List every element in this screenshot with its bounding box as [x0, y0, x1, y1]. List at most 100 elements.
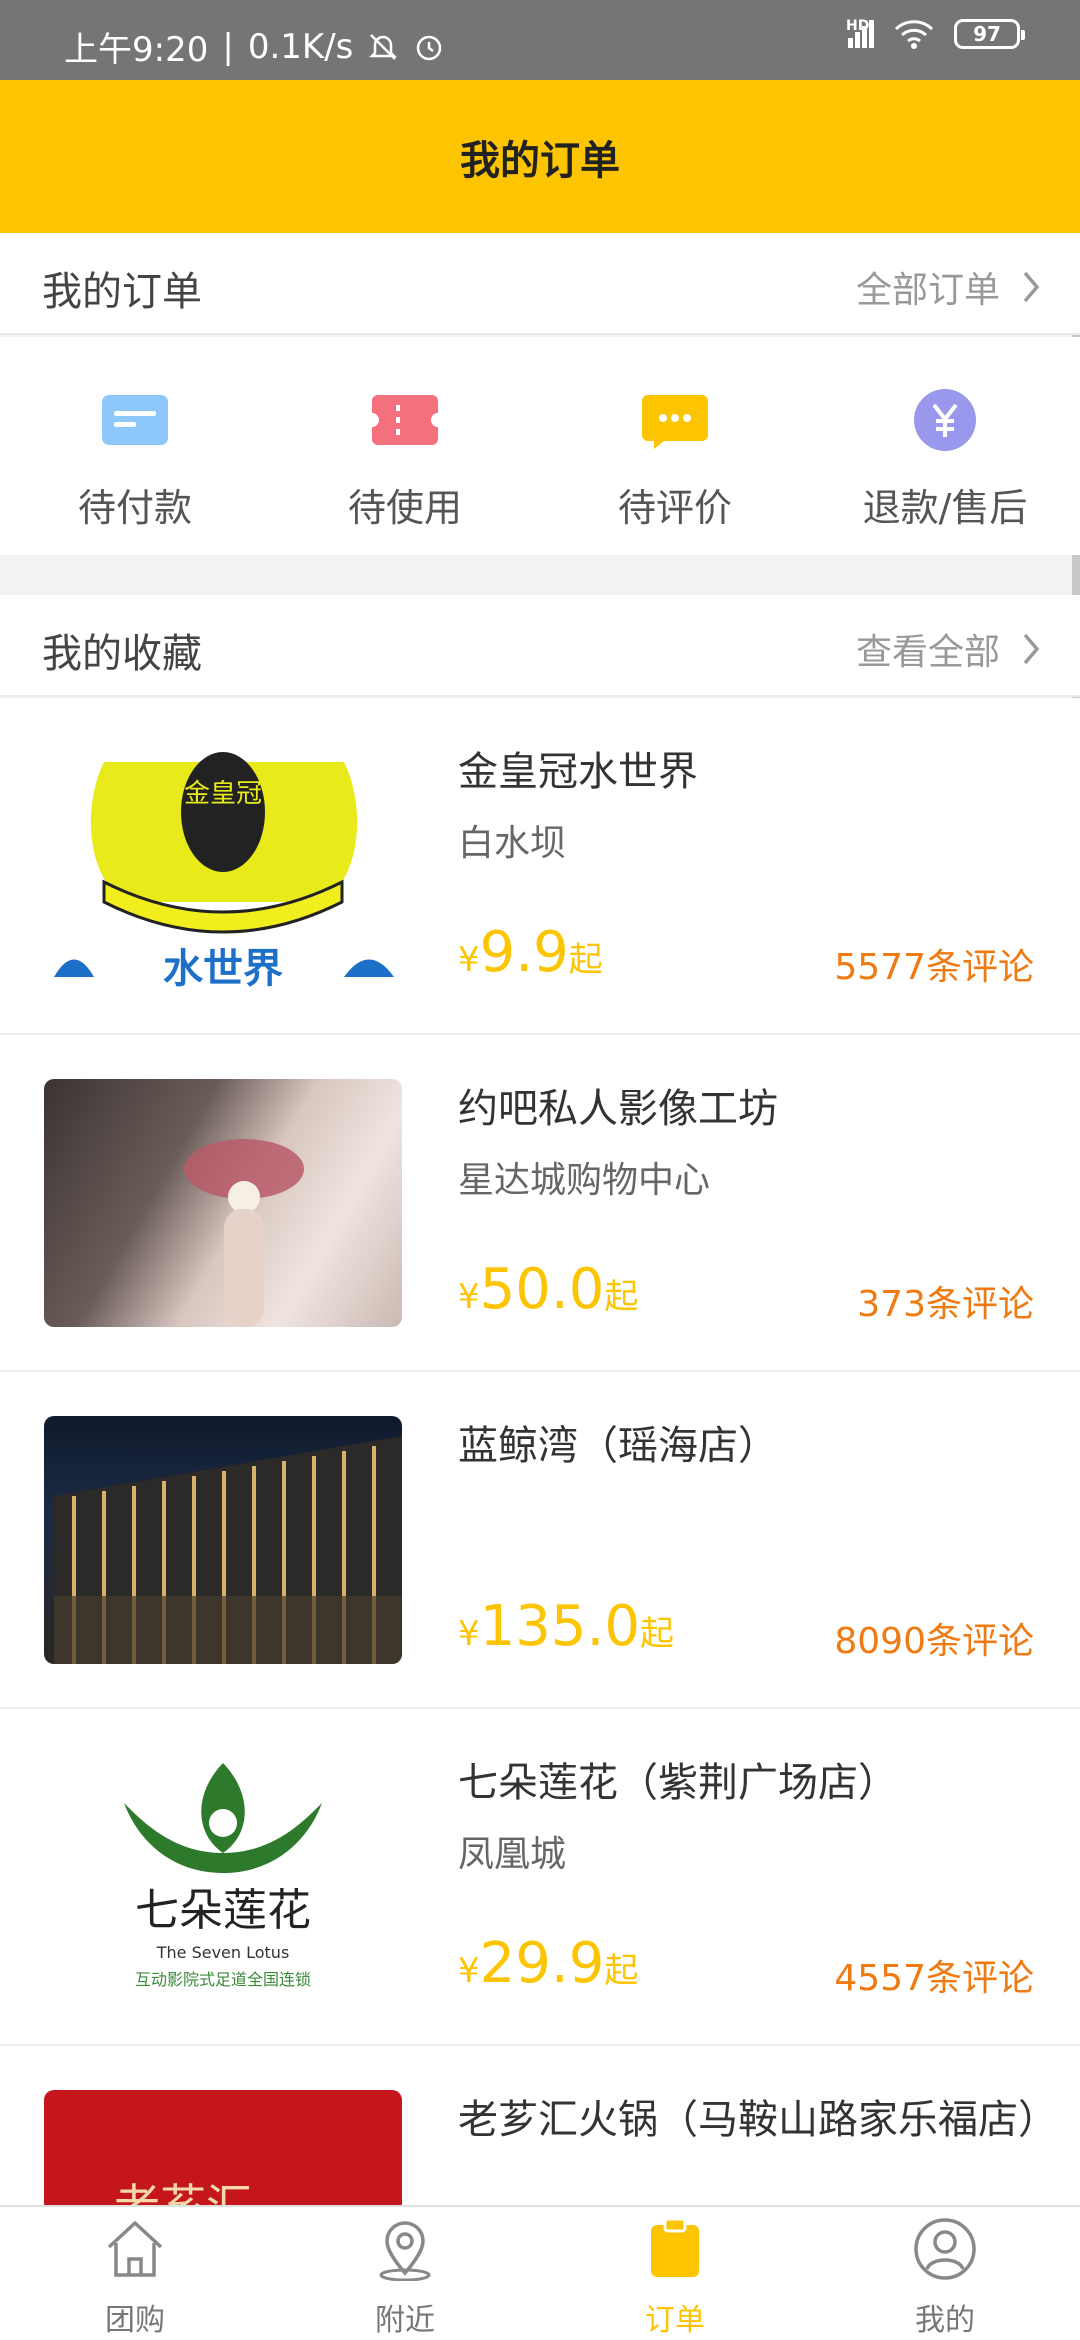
shop-name: 七朵莲花（紫荆广场店） [458, 1760, 898, 1806]
status-separator: | [222, 26, 234, 67]
order-status-label: 待评价 [617, 486, 732, 530]
price-suffix: 起 [604, 1951, 639, 1991]
tab-label: 我的 [915, 2303, 975, 2338]
shop-area: 凤凰城 [458, 1834, 567, 1875]
tab-orders[interactable]: 订单 [540, 2207, 810, 2340]
logo-caption: 互动影院式足道全国连锁 [135, 1970, 311, 1989]
shop-name: 约吧私人影像工坊 [458, 1086, 778, 1132]
currency-symbol: ¥ [458, 940, 480, 980]
order-status-refund[interactable]: 退款/售后 [810, 337, 1080, 555]
view-all-label: 查看全部 [855, 632, 1000, 673]
seven-lotus-logo: 七朵莲花 The Seven Lotus 互动影院式足道全国连锁 [124, 1763, 322, 1989]
logo-caption: 水世界 [163, 945, 283, 990]
wifi-icon [894, 20, 934, 49]
tab-mine[interactable]: 我的 [810, 2207, 1080, 2340]
shop-name: 蓝鲸湾（瑶海店） [458, 1423, 778, 1469]
page-title: 我的订单 [460, 137, 620, 184]
order-status-row: 待付款 待使用 待评价 退款/售后 [0, 337, 1080, 555]
status-left: 上午9:20 | 0.1K/s [64, 22, 445, 71]
signal-icon: HD [846, 18, 874, 48]
bottom-tab-bar: 团购 附近 订单 我的 [0, 2205, 1080, 2340]
home-icon [107, 2221, 163, 2277]
status-bar: 上午9:20 | 0.1K/s HD 97 [0, 0, 1080, 80]
price-suffix: 起 [568, 940, 603, 980]
tab-label: 附近 [375, 2303, 435, 2338]
price-suffix: 起 [639, 1614, 674, 1654]
price-suffix: 起 [604, 1277, 639, 1317]
battery-level: 97 [973, 22, 1001, 46]
order-status-to-review[interactable]: 待评价 [540, 337, 810, 555]
price-value: 135.0 [479, 1594, 640, 1659]
view-all-favorites-link[interactable]: 查看全部 [856, 623, 1040, 675]
order-status-label: 退款/售后 [862, 486, 1028, 530]
app-header: 我的订单 [0, 80, 1080, 233]
order-status-pending-payment[interactable]: 待付款 [0, 337, 270, 555]
shop-name: 金皇冠水世界 [458, 749, 698, 795]
order-status-label: 待付款 [77, 486, 192, 530]
favorites-section-header: 我的收藏 查看全部 [0, 595, 1080, 697]
review-count: 4557条评论 [834, 1958, 1034, 1999]
portrait-photo [184, 1139, 304, 1327]
list-item[interactable]: 蓝鲸湾（瑶海店） ¥135.0起 8090条评论 [0, 1372, 1080, 1709]
tab-nearby[interactable]: 附近 [270, 2207, 540, 2340]
review-count: 5577条评论 [834, 947, 1034, 988]
status-time: 上午9:20 [64, 30, 209, 70]
shop-area: 星达城购物中心 [458, 1160, 711, 1201]
shop-area: 白水坝 [458, 823, 567, 864]
all-orders-link[interactable]: 全部订单 [856, 261, 1040, 313]
card-icon [102, 395, 168, 445]
review-count: 8090条评论 [834, 1621, 1034, 1662]
clipboard-icon [651, 2217, 699, 2277]
orders-section-header: 我的订单 全部订单 [0, 233, 1080, 335]
order-status-to-use[interactable]: 待使用 [270, 337, 540, 555]
list-item[interactable]: 老芗汇 老芗汇火锅（马鞍山路家乐福店） [0, 2046, 1080, 2206]
shop-price: ¥135.0起 [458, 1594, 674, 1659]
logo-text: 金皇冠 [184, 779, 262, 809]
chat-bubble-icon [642, 395, 708, 449]
currency-symbol: ¥ [458, 1951, 480, 1991]
logo-text: 老芗汇 [114, 2179, 252, 2206]
logo-text: 七朵莲花 [135, 1885, 311, 1936]
favorites-section-title: 我的收藏 [42, 631, 202, 677]
shop-thumbnail: 金皇冠 水世界 [44, 742, 402, 990]
orders-section-title: 我的订单 [42, 269, 202, 315]
mute-bell-icon [369, 33, 398, 60]
all-orders-label: 全部订单 [855, 270, 1000, 311]
location-pin-icon [379, 2221, 431, 2281]
shop-price: ¥9.9起 [458, 920, 603, 985]
status-speed: 0.1K/s [247, 26, 354, 67]
shop-thumbnail: 老芗汇 [44, 2090, 402, 2206]
alarm-icon [417, 35, 442, 60]
chevron-right-icon [1023, 271, 1040, 303]
ticket-icon [372, 395, 438, 445]
review-count: 373条评论 [857, 1284, 1034, 1325]
price-value: 9.9 [479, 920, 569, 985]
order-status-label: 待使用 [347, 486, 462, 530]
shop-thumbnail [44, 1416, 402, 1664]
list-item[interactable]: 金皇冠 水世界 金皇冠水世界 白水坝 ¥9.9起 5577条评论 [0, 698, 1080, 1035]
tab-label: 订单 [645, 2303, 705, 2338]
shop-thumbnail: 七朵莲花 The Seven Lotus 互动影院式足道全国连锁 [44, 1753, 402, 2001]
currency-symbol: ¥ [458, 1277, 480, 1317]
shop-name: 老芗汇火锅（马鞍山路家乐福店） [458, 2097, 1058, 2143]
user-icon [914, 2218, 976, 2280]
favorites-list: 金皇冠 水世界 金皇冠水世界 白水坝 ¥9.9起 5577条评论 约吧私人影像工… [0, 698, 1080, 2206]
price-value: 50.0 [479, 1257, 605, 1322]
shop-price: ¥50.0起 [458, 1257, 638, 1322]
price-value: 29.9 [479, 1931, 605, 1996]
list-item[interactable]: 七朵莲花 The Seven Lotus 互动影院式足道全国连锁 七朵莲花（紫荆… [0, 1709, 1080, 2046]
water-world-logo: 金皇冠 水世界 [54, 752, 394, 990]
chevron-right-icon [1023, 633, 1040, 665]
logo-en-text: The Seven Lotus [156, 1943, 290, 1962]
shop-price: ¥29.9起 [458, 1931, 638, 1996]
building-photo [54, 1436, 402, 1664]
list-item[interactable]: 约吧私人影像工坊 星达城购物中心 ¥50.0起 373条评论 [0, 1035, 1080, 1372]
tab-group-buy[interactable]: 团购 [0, 2207, 270, 2340]
currency-symbol: ¥ [458, 1614, 480, 1654]
shop-thumbnail [44, 1079, 402, 1327]
tab-label: 团购 [105, 2303, 165, 2338]
yen-circle-icon [914, 389, 976, 451]
status-right: HD 97 [846, 18, 1025, 50]
battery-icon: 97 [954, 19, 1025, 49]
network-type: HD [846, 18, 870, 34]
